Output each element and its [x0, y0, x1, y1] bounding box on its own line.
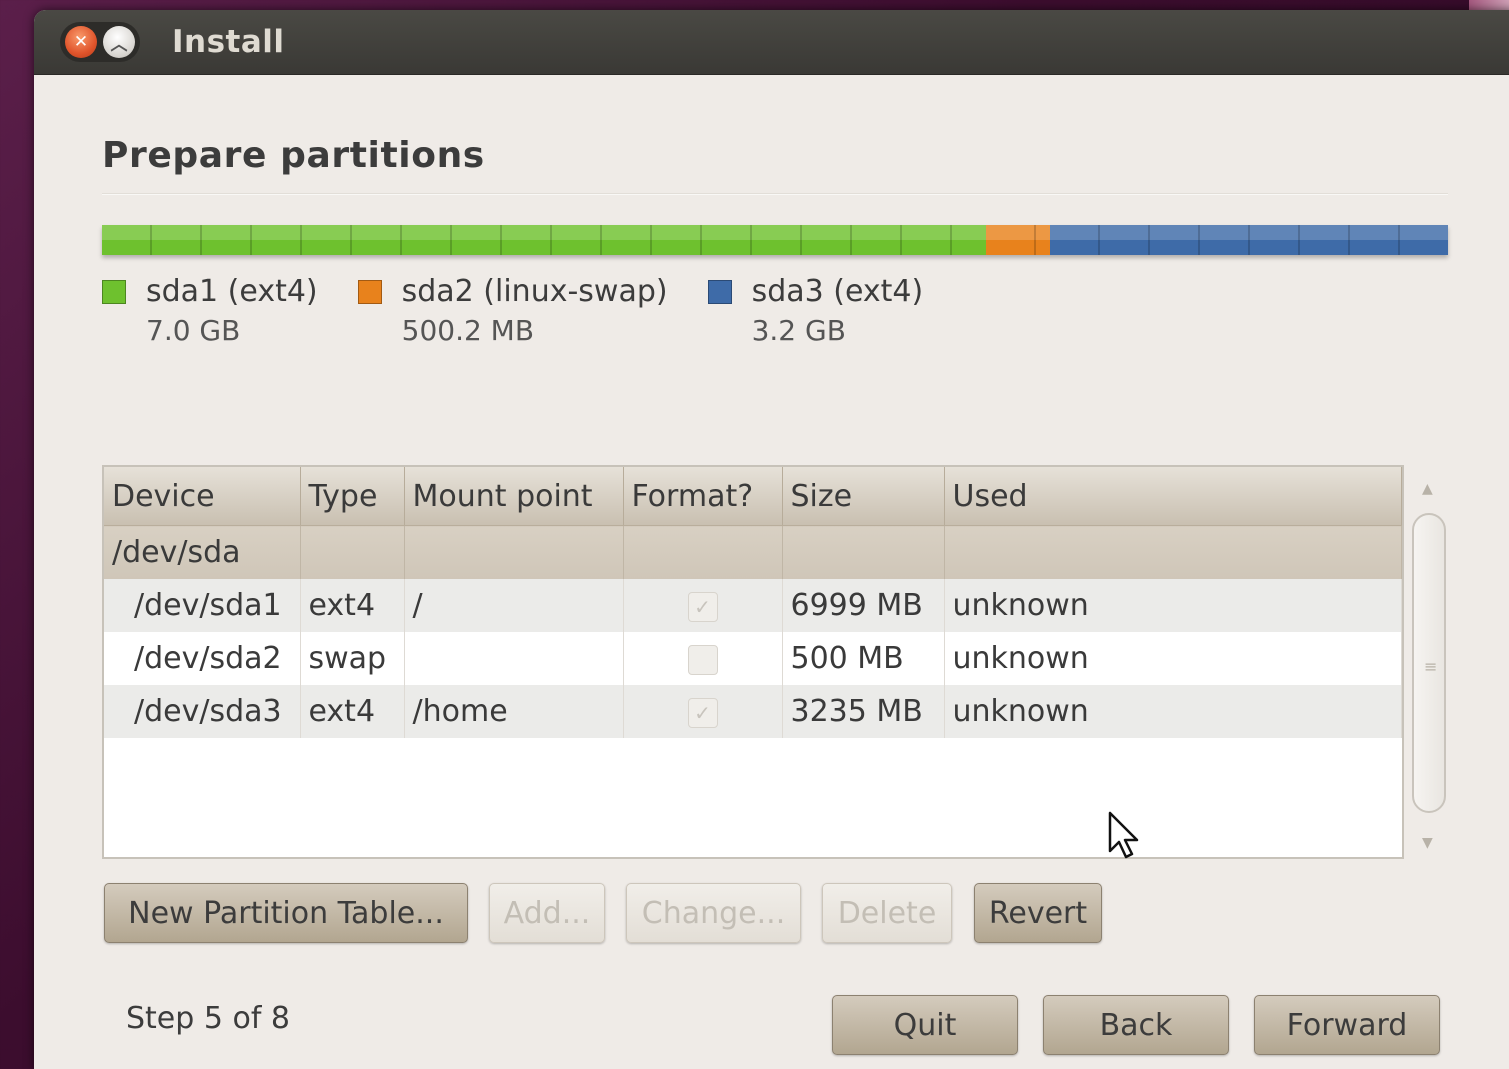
- legend-item-sda2: sda2 (linux-swap) 500.2 MB: [357, 273, 668, 351]
- partition-segment-3: [1049, 225, 1448, 255]
- legend-swatch: [102, 280, 126, 304]
- cell-device: /dev/sda3: [104, 685, 301, 738]
- table-scrollbar[interactable]: ▲ ≡ ▼: [1410, 477, 1446, 857]
- window-controls: ✕ ︿: [60, 22, 140, 62]
- partition-legend: sda1 (ext4) 7.0 GB sda2 (linux-swap) 500…: [102, 273, 963, 351]
- cell-used: unknown: [944, 685, 1402, 738]
- step-indicator: Step 5 of 8: [126, 1001, 291, 1036]
- scroll-up-icon[interactable]: ▲: [1422, 481, 1433, 497]
- column-header-device[interactable]: Device: [104, 467, 301, 526]
- delete-button[interactable]: Delete: [822, 883, 952, 943]
- page-title: Prepare partitions: [102, 135, 485, 176]
- cell-size: 500 MB: [782, 632, 945, 685]
- cell-used: unknown: [944, 632, 1402, 685]
- column-header-type[interactable]: Type: [300, 467, 405, 526]
- format-checkbox[interactable]: ✓: [687, 591, 718, 622]
- cell-mount: [404, 632, 624, 685]
- revert-button[interactable]: Revert: [974, 883, 1102, 943]
- legend-name: sda1 (ext4): [146, 274, 318, 309]
- column-header-mount[interactable]: Mount point: [404, 467, 624, 526]
- format-checkbox[interactable]: ✓: [687, 697, 718, 728]
- legend-item-sda1: sda1 (ext4) 7.0 GB: [102, 273, 318, 351]
- format-checkbox[interactable]: [687, 644, 718, 675]
- legend-swatch: [707, 280, 732, 304]
- close-icon[interactable]: ✕: [65, 26, 97, 58]
- column-header-used[interactable]: Used: [944, 467, 1402, 526]
- grip-icon: ≡: [1424, 657, 1438, 676]
- heading-divider: [102, 193, 1448, 195]
- change-button[interactable]: Change...: [626, 883, 801, 943]
- install-window: ✕ ︿ Install Prepare partitions sda1 (ext…: [34, 10, 1509, 1069]
- cell-size: 3235 MB: [782, 685, 945, 738]
- cell-device: /dev/sda1: [104, 579, 301, 632]
- quit-button[interactable]: Quit: [832, 995, 1018, 1055]
- new-partition-table-button[interactable]: New Partition Table...: [104, 883, 468, 943]
- back-button[interactable]: Back: [1043, 995, 1229, 1055]
- column-header-format[interactable]: Format?: [623, 467, 783, 526]
- mouse-pointer-icon: [1108, 811, 1139, 859]
- legend-name: sda3 (ext4): [751, 274, 924, 309]
- legend-name: sda2 (linux-swap): [401, 274, 668, 309]
- legend-size: 3.2 GB: [751, 314, 846, 347]
- add-button[interactable]: Add...: [489, 883, 605, 943]
- cell-size: 6999 MB: [782, 579, 945, 632]
- scrollbar-thumb[interactable]: ≡: [1412, 513, 1446, 813]
- cell-type: ext4: [300, 685, 405, 738]
- partition-table: Device Type Mount point Format? Size Use…: [102, 465, 1404, 859]
- cell-type: swap: [300, 632, 405, 685]
- legend-size: 500.2 MB: [401, 314, 535, 347]
- cell-mount: /home: [404, 685, 624, 738]
- partition-bar: [102, 225, 1448, 255]
- legend-size: 7.0 GB: [146, 314, 241, 347]
- cell-device: /dev/sda: [104, 525, 301, 579]
- legend-item-sda3: sda3 (ext4) 3.2 GB: [707, 273, 924, 351]
- table-row[interactable]: /dev/sda3 ext4 /home ✓ 3235 MB unknown: [104, 685, 1402, 738]
- table-row[interactable]: /dev/sda1 ext4 / ✓ 6999 MB unknown: [104, 579, 1402, 632]
- forward-button[interactable]: Forward: [1254, 995, 1440, 1055]
- window-title: Install: [172, 24, 285, 60]
- table-row[interactable]: /dev/sda2 swap 500 MB unknown: [104, 632, 1402, 685]
- maximize-icon[interactable]: ︿: [103, 26, 135, 58]
- cell-mount: /: [404, 579, 624, 632]
- cell-type: ext4: [300, 579, 405, 632]
- table-header-row: Device Type Mount point Format? Size Use…: [104, 467, 1402, 526]
- legend-swatch: [357, 280, 382, 304]
- cell-used: unknown: [944, 579, 1402, 632]
- table-row-disk[interactable]: /dev/sda: [104, 525, 1402, 579]
- partition-segment-2: [985, 225, 1050, 255]
- partition-segment-1: [102, 225, 986, 255]
- column-header-size[interactable]: Size: [782, 467, 945, 526]
- scroll-down-icon[interactable]: ▼: [1422, 835, 1433, 851]
- cell-device: /dev/sda2: [104, 632, 301, 685]
- titlebar: ✕ ︿ Install: [34, 10, 1509, 75]
